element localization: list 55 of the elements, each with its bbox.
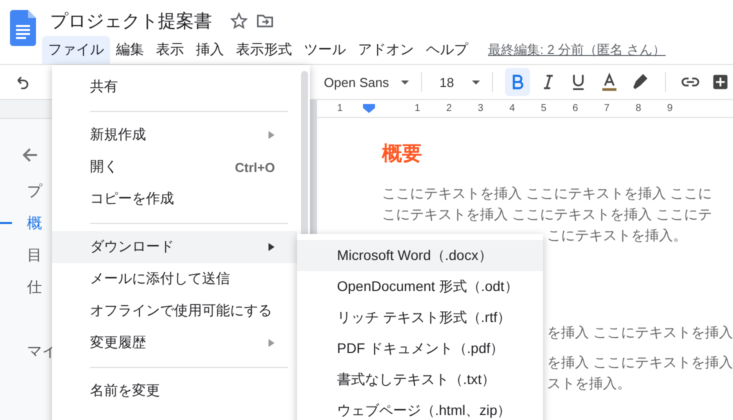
menu-option[interactable]: ウェブページ（.html、zip） — [297, 395, 543, 420]
menu-option[interactable]: 開く Ctrl+O — [52, 151, 297, 183]
ruler-number: 8 — [636, 103, 642, 114]
menu-option[interactable]: コピーを作成 — [52, 183, 297, 215]
menu-option[interactable]: 名前を変更 — [52, 375, 297, 407]
menu-option[interactable]: OpenDocument 形式（.odt） — [297, 271, 543, 302]
menu-option[interactable]: リッチ テキスト形式（.rtf） — [297, 302, 543, 333]
body-text: こにテキストを挿入。 — [547, 226, 688, 245]
ruler-number: 1 — [337, 103, 343, 114]
ruler-number: 9 — [667, 103, 673, 114]
menu-item[interactable]: 編集 — [110, 36, 150, 64]
ruler-number: 7 — [604, 103, 610, 114]
outline-item[interactable]: 概 — [27, 214, 42, 232]
ruler-number: 6 — [572, 103, 578, 114]
outline-item[interactable]: 仕 — [27, 278, 42, 296]
document-icon[interactable] — [10, 10, 36, 46]
menu-option[interactable]: オフラインで使用可能にする — [52, 295, 297, 327]
last-edit-link[interactable]: 最終編集: 2 分前（匿名 さん） — [488, 41, 666, 59]
menu-option[interactable]: メールに添付して送信 — [52, 263, 297, 295]
ruler-number: 3 — [478, 103, 484, 114]
menu-item[interactable]: ツール — [298, 36, 352, 64]
indent-marker-icon[interactable] — [362, 104, 375, 113]
menu-option[interactable]: 共有 — [52, 71, 297, 103]
body-text: こにテキストを挿入 ここにテキストを挿入 ここにテ — [382, 205, 713, 224]
caret-icon[interactable] — [400, 80, 409, 84]
ruler-number: 4 — [509, 103, 515, 114]
menu-option[interactable]: 新規作成 — [52, 119, 297, 151]
menu-item[interactable]: アドオン — [352, 36, 420, 64]
menu-option[interactable]: PDF ドキュメント（.pdf） — [297, 333, 543, 364]
menu-option[interactable]: Microsoft Word（.docx） — [297, 240, 543, 271]
menu-item[interactable]: ファイル — [42, 36, 110, 64]
document-title[interactable]: プロジェクト提案書 — [50, 9, 212, 33]
ruler-number: 2 — [446, 103, 452, 114]
menu-option[interactable]: ダウンロード — [52, 231, 297, 263]
font-dropdown[interactable]: Open Sans — [318, 74, 395, 90]
menu-item[interactable]: 挿入 — [190, 36, 230, 64]
body-text: ここにテキストを挿入 ここにテキストを挿入 ここに — [382, 184, 713, 203]
menu-option[interactable]: 変更履歴 — [52, 327, 297, 359]
body-text: を挿入 ここにテキストを挿入 — [547, 323, 733, 342]
body-text: を挿入 ここにテキストを挿入 — [547, 353, 733, 372]
outline-item[interactable]: プ — [27, 182, 42, 200]
ruler-number: 5 — [540, 103, 546, 114]
bold-icon[interactable] — [504, 68, 530, 96]
menu-option[interactable]: 書式なしテキスト（.txt） — [297, 364, 543, 395]
menu-item[interactable]: 表示形式 — [230, 36, 298, 64]
ruler-number: 1 — [414, 103, 420, 114]
document-heading: 概要 — [382, 142, 424, 167]
body-text: ストを挿入。 — [547, 374, 632, 393]
move-folder-icon[interactable] — [256, 12, 274, 30]
menu-item[interactable]: ヘルプ — [420, 36, 474, 64]
star-icon[interactable] — [230, 12, 248, 30]
outline-item[interactable]: 目 — [27, 246, 42, 264]
font-size-dropdown[interactable]: 18 — [433, 74, 466, 90]
menu-item[interactable]: 表示 — [150, 36, 190, 64]
caret-icon[interactable] — [472, 80, 480, 84]
